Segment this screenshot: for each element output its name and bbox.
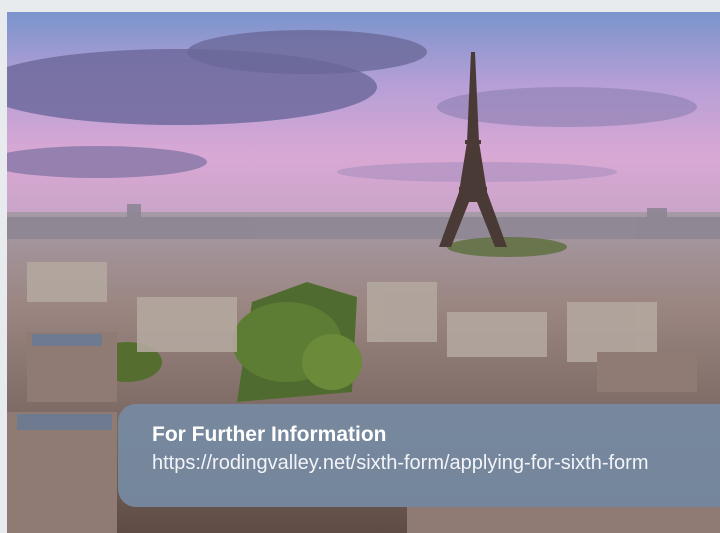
further-information-panel: For Further Information https://rodingva…	[118, 404, 720, 507]
hero-photo: For Further Information https://rodingva…	[7, 12, 720, 533]
panel-title: For Further Information	[152, 423, 387, 446]
applying-for-sixth-form-link[interactable]: https://rodingvalley.net/sixth-form/appl…	[152, 450, 720, 476]
